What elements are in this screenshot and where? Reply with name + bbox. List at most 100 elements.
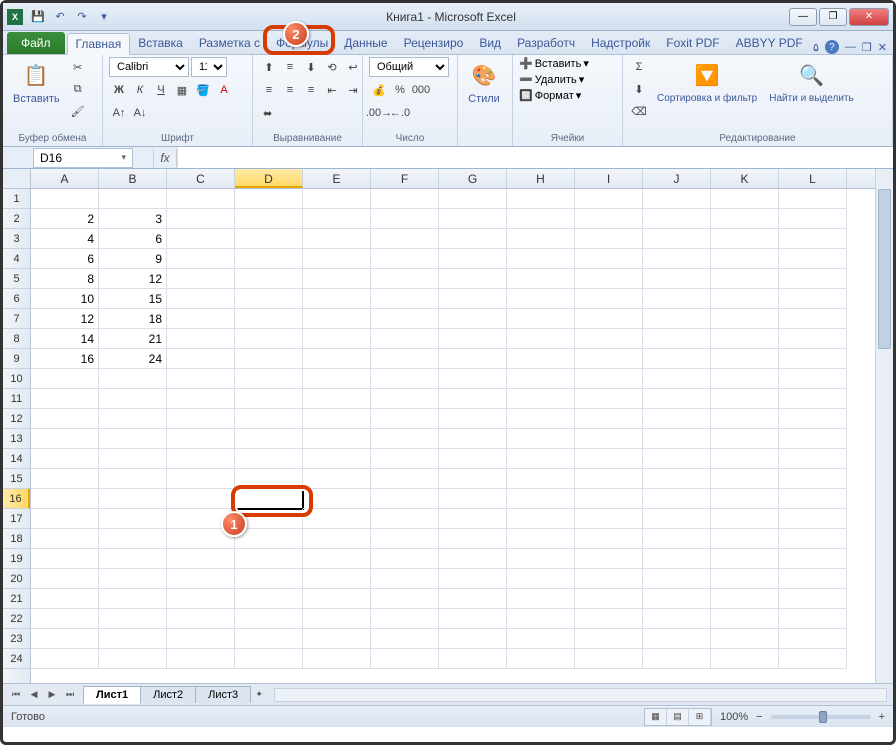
zoom-in-button[interactable]: + <box>879 711 885 723</box>
cell-L16[interactable] <box>779 489 847 509</box>
cell-H18[interactable] <box>507 529 575 549</box>
cell-E6[interactable] <box>303 289 371 309</box>
cell-B11[interactable] <box>99 389 167 409</box>
cell-A24[interactable] <box>31 649 99 669</box>
clear-button[interactable]: ⌫ <box>629 101 649 121</box>
tab-home[interactable]: Главная <box>67 33 131 55</box>
cell-G12[interactable] <box>439 409 507 429</box>
cell-H13[interactable] <box>507 429 575 449</box>
cell-D8[interactable] <box>235 329 303 349</box>
row-header-23[interactable]: 23 <box>3 629 30 649</box>
increase-decimal-button[interactable]: .00→ <box>369 103 389 123</box>
cell-H2[interactable] <box>507 209 575 229</box>
cell-F22[interactable] <box>371 609 439 629</box>
cell-C14[interactable] <box>167 449 235 469</box>
cell-F15[interactable] <box>371 469 439 489</box>
cell-D18[interactable] <box>235 529 303 549</box>
cell-L2[interactable] <box>779 209 847 229</box>
qat-more-icon[interactable]: ▾ <box>95 8 113 26</box>
cell-H10[interactable] <box>507 369 575 389</box>
column-header-C[interactable]: C <box>167 169 235 188</box>
cell-K13[interactable] <box>711 429 779 449</box>
tab-review[interactable]: Рецензиро <box>396 32 472 54</box>
column-header-D[interactable]: D <box>235 169 303 188</box>
close-button[interactable]: ✕ <box>849 8 889 26</box>
row-header-16[interactable]: 16 <box>3 489 30 509</box>
cell-A6[interactable]: 10 <box>31 289 99 309</box>
cell-C20[interactable] <box>167 569 235 589</box>
cell-D12[interactable] <box>235 409 303 429</box>
cell-A7[interactable]: 12 <box>31 309 99 329</box>
cell-K12[interactable] <box>711 409 779 429</box>
name-box[interactable]: D16 <box>33 148 133 168</box>
cell-B23[interactable] <box>99 629 167 649</box>
cell-I18[interactable] <box>575 529 643 549</box>
cell-C2[interactable] <box>167 209 235 229</box>
cell-G10[interactable] <box>439 369 507 389</box>
cell-E19[interactable] <box>303 549 371 569</box>
cell-E20[interactable] <box>303 569 371 589</box>
cell-C5[interactable] <box>167 269 235 289</box>
cell-I10[interactable] <box>575 369 643 389</box>
cell-H9[interactable] <box>507 349 575 369</box>
cell-C15[interactable] <box>167 469 235 489</box>
cell-F12[interactable] <box>371 409 439 429</box>
cell-K14[interactable] <box>711 449 779 469</box>
cell-B15[interactable] <box>99 469 167 489</box>
row-header-24[interactable]: 24 <box>3 649 30 669</box>
cell-J24[interactable] <box>643 649 711 669</box>
cell-I24[interactable] <box>575 649 643 669</box>
cell-F19[interactable] <box>371 549 439 569</box>
row-header-1[interactable]: 1 <box>3 189 30 209</box>
orientation-button[interactable]: ⟲ <box>322 57 342 77</box>
cell-J1[interactable] <box>643 189 711 209</box>
cell-H15[interactable] <box>507 469 575 489</box>
cell-C22[interactable] <box>167 609 235 629</box>
column-header-H[interactable]: H <box>507 169 575 188</box>
cell-I4[interactable] <box>575 249 643 269</box>
cell-G7[interactable] <box>439 309 507 329</box>
cell-B1[interactable] <box>99 189 167 209</box>
format-cells-button[interactable]: 🔲 Формат ▾ <box>519 89 589 102</box>
cell-E14[interactable] <box>303 449 371 469</box>
minimize-button[interactable]: — <box>789 8 817 26</box>
cell-K1[interactable] <box>711 189 779 209</box>
cell-D5[interactable] <box>235 269 303 289</box>
cell-E15[interactable] <box>303 469 371 489</box>
cell-H19[interactable] <box>507 549 575 569</box>
column-header-I[interactable]: I <box>575 169 643 188</box>
cell-J21[interactable] <box>643 589 711 609</box>
cell-I11[interactable] <box>575 389 643 409</box>
insert-cells-button[interactable]: ➕ Вставить ▾ <box>519 57 589 70</box>
cell-F24[interactable] <box>371 649 439 669</box>
cell-A5[interactable]: 8 <box>31 269 99 289</box>
cell-I6[interactable] <box>575 289 643 309</box>
cell-E9[interactable] <box>303 349 371 369</box>
cell-H16[interactable] <box>507 489 575 509</box>
cell-D23[interactable] <box>235 629 303 649</box>
tab-foxit[interactable]: Foxit PDF <box>658 32 727 54</box>
cell-D24[interactable] <box>235 649 303 669</box>
cell-C23[interactable] <box>167 629 235 649</box>
cell-D3[interactable] <box>235 229 303 249</box>
align-center-button[interactable]: ≡ <box>280 80 300 100</box>
cell-K9[interactable] <box>711 349 779 369</box>
cell-B12[interactable] <box>99 409 167 429</box>
underline-button[interactable]: Ч <box>151 80 171 100</box>
cell-A1[interactable] <box>31 189 99 209</box>
cell-G8[interactable] <box>439 329 507 349</box>
cell-E16[interactable] <box>303 489 371 509</box>
cell-I5[interactable] <box>575 269 643 289</box>
cell-E17[interactable] <box>303 509 371 529</box>
zoom-slider[interactable] <box>771 715 871 719</box>
inner-restore-icon[interactable]: ❐ <box>862 41 872 54</box>
cell-H17[interactable] <box>507 509 575 529</box>
cell-F7[interactable] <box>371 309 439 329</box>
cell-J20[interactable] <box>643 569 711 589</box>
cell-C11[interactable] <box>167 389 235 409</box>
cell-E12[interactable] <box>303 409 371 429</box>
cell-E13[interactable] <box>303 429 371 449</box>
cell-F1[interactable] <box>371 189 439 209</box>
cell-L6[interactable] <box>779 289 847 309</box>
cell-H22[interactable] <box>507 609 575 629</box>
